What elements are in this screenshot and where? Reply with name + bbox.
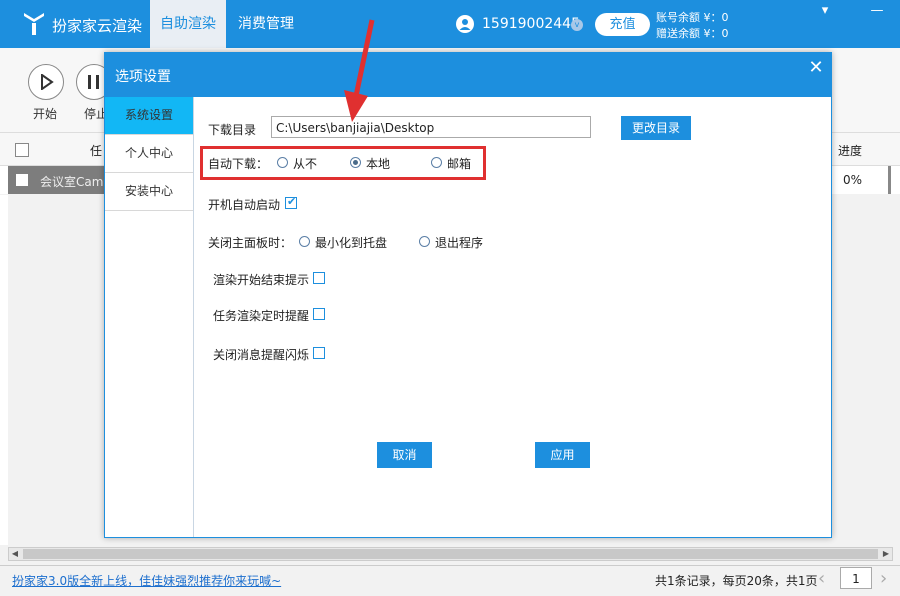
apply-button[interactable]: 应用	[535, 442, 590, 468]
row-checkbox[interactable]: ✔	[16, 172, 28, 186]
close-panel-label: 关闭主面板时：	[208, 236, 293, 250]
sidebar-item-system-settings[interactable]: 系统设置	[105, 97, 193, 135]
page-info: 共1条记录，每页20条，共1页	[655, 574, 818, 588]
dialog-title: 选项设置	[115, 69, 171, 85]
red-arrow-icon	[344, 19, 375, 122]
scroll-right-icon[interactable]: ▶	[880, 548, 892, 560]
close-icon[interactable]: ✕	[805, 57, 827, 79]
prev-page-icon[interactable]: ‹	[818, 568, 825, 589]
autostart-checkbox[interactable]: ✔	[285, 195, 297, 209]
highlight-box	[200, 146, 486, 180]
options-dialog: 选项设置 ✕ 系统设置 个人中心 安装中心 下载目录 C:\Users\banj…	[104, 52, 832, 538]
left-gutter	[0, 195, 8, 545]
horizontal-scrollbar[interactable]: ◀ ▶	[8, 547, 893, 561]
flash-label: 关闭消息提醒闪烁	[213, 348, 310, 362]
sidebar-item-personal-center[interactable]: 个人中心	[105, 135, 193, 173]
app-header: 扮家家云渲染 自助渲染 消费管理 15919002445 v 充值 账号余额 ¥…	[0, 0, 900, 48]
user-icon[interactable]	[456, 15, 474, 33]
account-balance: 账号余额 ¥：0	[656, 11, 729, 24]
dialog-sidebar: 系统设置 个人中心 安装中心	[105, 97, 194, 537]
start-button[interactable]	[28, 64, 64, 100]
play-icon	[41, 74, 54, 90]
tab-consumption[interactable]: 消费管理	[228, 0, 304, 48]
page-number-input[interactable]: 1	[840, 567, 872, 589]
promo-link[interactable]: 扮家家3.0版全新上线，佳佳妹强烈推荐你来玩喊~	[12, 572, 281, 589]
render-notify-checkbox[interactable]	[313, 272, 325, 284]
tab-self-render[interactable]: 自助渲染	[150, 0, 226, 48]
download-dir-input[interactable]: C:\Users\banjiajia\Desktop	[271, 116, 591, 138]
change-dir-button[interactable]: 更改目录	[621, 116, 691, 140]
radio-minimize-tray[interactable]	[299, 236, 310, 247]
column-task: 任	[90, 144, 103, 158]
next-page-icon[interactable]: ›	[880, 568, 887, 589]
gift-balance: 赠送余额 ¥：0	[656, 27, 729, 40]
row-task-name: 会议室Came	[40, 175, 111, 189]
task-reminder-checkbox[interactable]	[313, 308, 325, 320]
radio-exit-program-label: 退出程序	[435, 236, 484, 250]
app-title: 扮家家云渲染	[52, 17, 143, 35]
task-reminder-label: 任务渲染定时提醒	[213, 309, 310, 323]
download-dir-label: 下载目录	[208, 123, 257, 137]
select-all-checkbox[interactable]	[15, 143, 29, 157]
vip-badge: v	[571, 19, 583, 31]
autostart-label: 开机自动启动	[208, 198, 281, 212]
scroll-thumb[interactable]	[23, 549, 878, 559]
cancel-button[interactable]: 取消	[377, 442, 432, 468]
flash-checkbox[interactable]	[313, 347, 325, 359]
pause-icon	[88, 75, 99, 89]
logo-icon	[24, 13, 44, 35]
start-label: 开始	[33, 107, 58, 121]
radio-exit-program[interactable]	[419, 236, 430, 247]
user-phone: 15919002445	[482, 16, 580, 32]
dialog-title-bar: 选项设置 ✕	[105, 53, 831, 97]
radio-minimize-tray-label: 最小化到托盘	[315, 236, 388, 250]
scroll-left-icon[interactable]: ◀	[9, 548, 21, 560]
column-progress: 进度	[838, 144, 863, 158]
row-progress: 0%	[843, 173, 863, 187]
sidebar-item-install-center[interactable]: 安装中心	[105, 173, 193, 211]
recharge-button[interactable]: 充值	[595, 13, 650, 36]
minimize-icon[interactable]: ▾	[812, 0, 838, 24]
render-notify-label: 渲染开始结束提示	[213, 273, 310, 287]
window-control-icon[interactable]: —	[864, 0, 890, 24]
row-scroll-indicator	[888, 166, 891, 194]
